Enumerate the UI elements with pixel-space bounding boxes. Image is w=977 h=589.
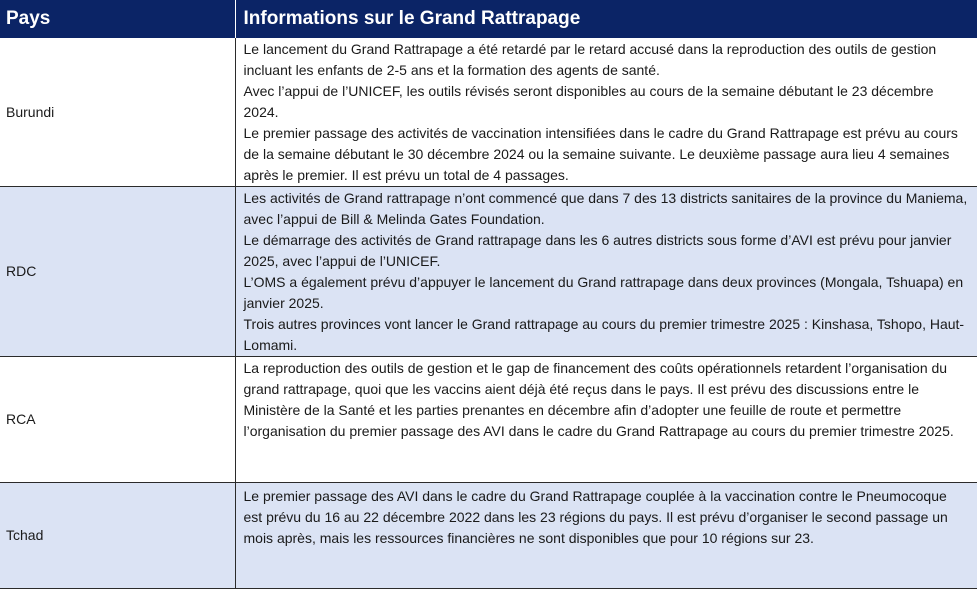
- country-cell: RCA: [0, 356, 236, 483]
- table-row: Burundi Le lancement du Grand Rattrapage…: [0, 38, 977, 187]
- info-cell: Le lancement du Grand Rattrapage a été r…: [235, 38, 977, 187]
- info-paragraph: Le premier passage des AVI dans le cadre…: [243, 488, 948, 546]
- status-table: Pays Informations sur le Grand Rattrapag…: [0, 0, 977, 589]
- info-cell: La reproduction des outils de gestion et…: [235, 356, 977, 483]
- header-row: Pays Informations sur le Grand Rattrapag…: [0, 0, 977, 38]
- country-cell: Burundi: [0, 38, 236, 187]
- info-paragraph: Les activités de Grand rattrapage n’ont …: [243, 190, 968, 227]
- column-header-info: Informations sur le Grand Rattrapage: [235, 0, 977, 38]
- table-header: Pays Informations sur le Grand Rattrapag…: [0, 0, 977, 38]
- info-paragraph: Trois autres provinces vont lancer le Gr…: [243, 316, 965, 353]
- info-cell: Les activités de Grand rattrapage n’ont …: [235, 186, 977, 357]
- column-header-country: Pays: [0, 0, 236, 38]
- info-paragraph: Avec l’appui de l’UNICEF, les outils rév…: [243, 83, 934, 120]
- info-paragraph: La reproduction des outils de gestion et…: [243, 360, 954, 439]
- info-paragraph: L’OMS a également prévu d’appuyer le lan…: [243, 274, 964, 311]
- info-paragraph: Le lancement du Grand Rattrapage a été r…: [243, 41, 937, 78]
- table-row: Tchad Le premier passage des AVI dans le…: [0, 482, 977, 589]
- table-row: RCA La reproduction des outils de gestio…: [0, 356, 977, 483]
- country-cell: RDC: [0, 186, 236, 357]
- info-cell: Le premier passage des AVI dans le cadre…: [235, 482, 977, 589]
- info-paragraph: Le démarrage des activités de Grand ratt…: [243, 232, 952, 269]
- info-paragraph: Le premier passage des activités de vacc…: [243, 125, 958, 183]
- country-cell: Tchad: [0, 482, 236, 589]
- table-row: RDC Les activités de Grand rattrapage n’…: [0, 186, 977, 357]
- table-body: Burundi Le lancement du Grand Rattrapage…: [0, 38, 977, 589]
